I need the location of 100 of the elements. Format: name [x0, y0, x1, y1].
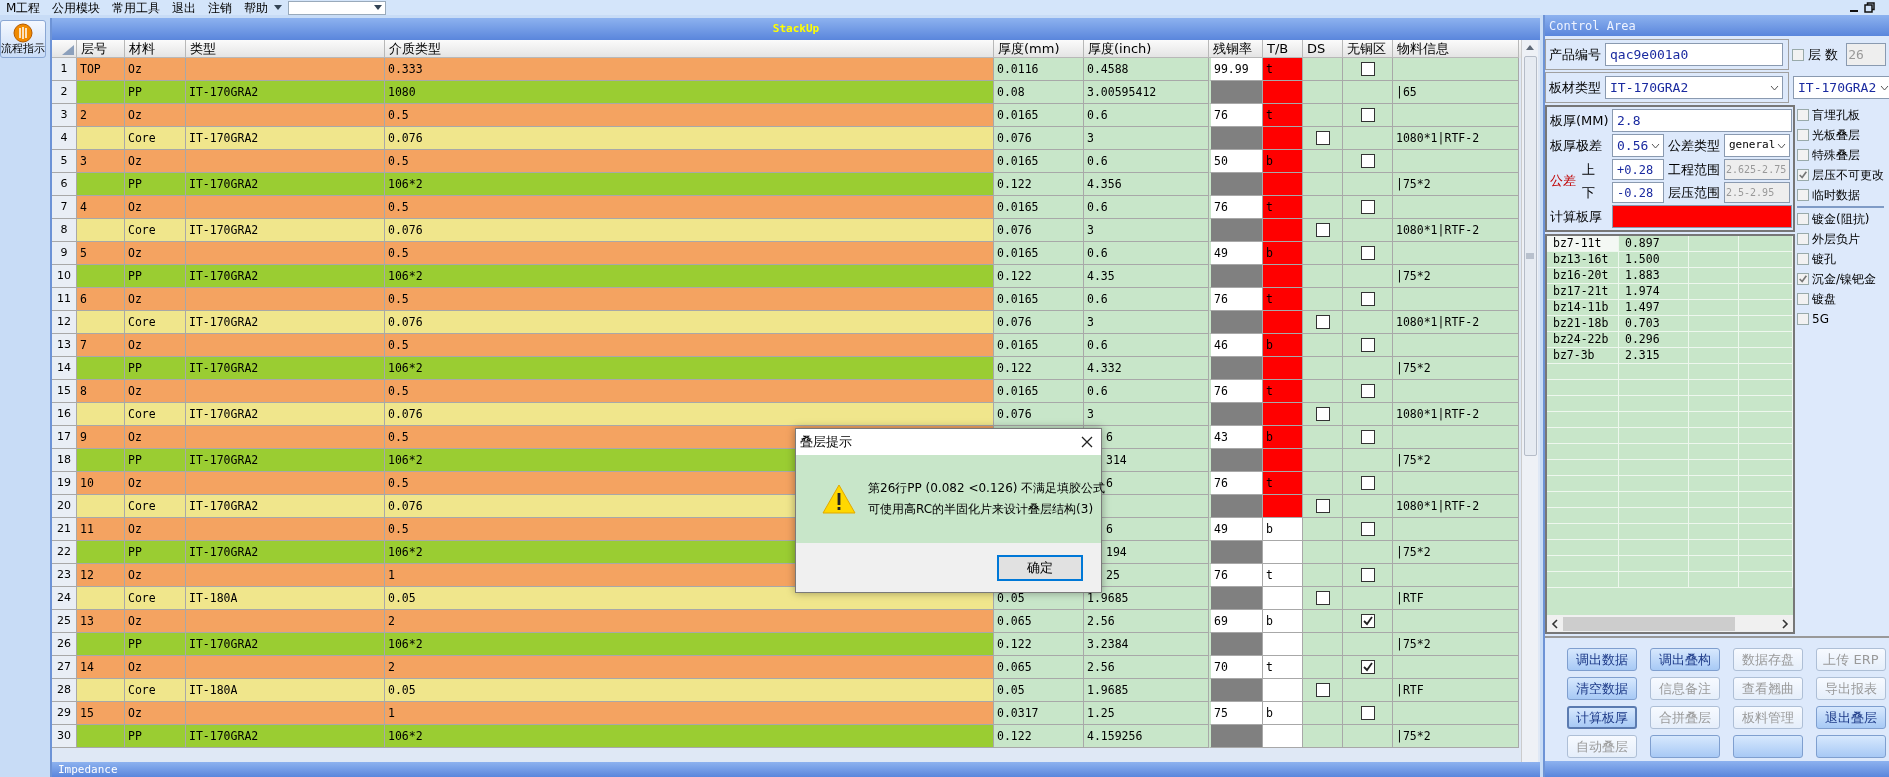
input-field[interactable]: qac9e001a0	[1605, 43, 1783, 66]
menu-item[interactable]: 帮助	[238, 0, 275, 15]
table-cell: Oz	[125, 58, 186, 81]
row-number: 21	[52, 518, 77, 541]
table-cell: b	[1263, 518, 1303, 541]
table-cell: 76	[1209, 288, 1263, 311]
table-cell: 1.974	[1619, 284, 1689, 299]
table-cell: 0.122	[994, 265, 1084, 288]
table-cell: 106*2	[385, 173, 994, 196]
table-cell: 0.5	[385, 380, 994, 403]
action-button[interactable]: 计算板厚	[1567, 706, 1637, 729]
table-cell: 0.076	[994, 127, 1084, 150]
table-cell: 43	[1209, 426, 1263, 449]
table-cell: 2.56	[1084, 656, 1209, 679]
table-cell: 0.0116	[994, 58, 1084, 81]
row-number: 7	[52, 196, 77, 219]
table-cell: 0.6	[1084, 334, 1209, 357]
table-cell: b	[1263, 242, 1303, 265]
flow-button[interactable]: 流程指示	[0, 20, 46, 58]
table-cell: 1.497	[1619, 300, 1689, 315]
table-cell: 0.065	[994, 610, 1084, 633]
checkbox-label: 临时数据	[1812, 187, 1860, 204]
table-cell: 0.05	[385, 587, 994, 610]
field-label: 板材类型	[1549, 78, 1601, 97]
table-cell: 0.5	[385, 196, 994, 219]
table-cell: 0.4588	[1084, 58, 1209, 81]
action-button[interactable]: 退出叠层	[1816, 706, 1886, 729]
table-cell[interactable]: bz17-21t	[1547, 284, 1619, 299]
table-cell: 0.5	[385, 288, 994, 311]
action-button[interactable]: 调出数据	[1567, 648, 1637, 671]
table-cell: 0.122	[994, 633, 1084, 656]
table-cell: 106*2	[385, 265, 994, 288]
table-cell[interactable]: bz7-3b	[1547, 348, 1619, 363]
table-cell: 1.883	[1619, 268, 1689, 283]
table-cell: 0.0165	[994, 104, 1084, 127]
table-cell: 69	[1209, 610, 1263, 633]
table-cell[interactable]: bz21-18b	[1547, 316, 1619, 331]
table-cell: Oz	[125, 242, 186, 265]
table-cell: 0.6	[1084, 196, 1209, 219]
dropdown[interactable]: IT-170GRA2	[1793, 76, 1889, 99]
row-number: 4	[52, 127, 77, 150]
table-cell: b	[1263, 150, 1303, 173]
input-field[interactable]: 2.8	[1612, 109, 1792, 132]
title-bar: StackUp	[52, 18, 1540, 40]
table-cell: PP	[125, 633, 186, 656]
table-cell: Oz	[125, 564, 186, 587]
dropdown[interactable]: IT-170GRA2	[1605, 76, 1783, 99]
table-cell: b	[1263, 702, 1303, 725]
table-cell: 15	[77, 702, 125, 725]
input-field[interactable]: -0.28	[1612, 182, 1664, 203]
table-cell[interactable]: bz13-16t	[1547, 252, 1619, 267]
table-cell: Oz	[125, 288, 186, 311]
table-cell[interactable]: bz14-11b	[1547, 300, 1619, 315]
table-cell: Core	[125, 311, 186, 334]
table-cell: Core	[125, 403, 186, 426]
table-cell: 1.9685	[1084, 587, 1209, 610]
ok-button[interactable]: 确定	[997, 554, 1083, 581]
input-field[interactable]: +0.28	[1612, 159, 1664, 180]
table-cell: Core	[125, 495, 186, 518]
menu-item[interactable]: 退出	[166, 0, 203, 15]
table-cell: 3.2384	[1084, 633, 1209, 656]
table-cell[interactable]: bz7-11t	[1547, 236, 1619, 251]
table-cell: 7	[77, 334, 125, 357]
table-cell: 0.122	[994, 173, 1084, 196]
table-cell[interactable]: bz16-20t	[1547, 268, 1619, 283]
action-button[interactable]: 清空数据	[1567, 677, 1637, 700]
table-cell: 0.08	[994, 81, 1084, 104]
table-cell: 10	[77, 472, 125, 495]
menu-item[interactable]: M工程	[0, 0, 47, 15]
menu-item[interactable]: 常用工具	[106, 0, 167, 15]
menu-item[interactable]: 公用模块	[46, 0, 107, 15]
table-cell: t	[1263, 196, 1303, 219]
menu-item[interactable]: 注销	[202, 0, 239, 15]
table-cell: 4.159256	[1084, 725, 1209, 748]
row-number: 9	[52, 242, 77, 265]
table-cell: IT-170GRA2	[186, 219, 385, 242]
action-button[interactable]: 调出叠构	[1650, 648, 1720, 671]
table-cell: 3	[1084, 219, 1209, 242]
table-cell: 9	[77, 426, 125, 449]
table-cell: 0.076	[994, 311, 1084, 334]
table-cell: 4.35	[1084, 265, 1209, 288]
table-cell: 1080*1|RTF-2	[1393, 403, 1519, 426]
table-cell: 106*2	[385, 725, 994, 748]
table-cell: t	[1263, 58, 1303, 81]
table-cell: 1080*1|RTF-2	[1393, 127, 1519, 150]
dropdown[interactable]: general	[1724, 134, 1790, 157]
table-cell: 76	[1209, 472, 1263, 495]
field-label: 上	[1582, 160, 1596, 179]
table-cell: |75*2	[1393, 449, 1519, 472]
dropdown[interactable]: 0.56	[1612, 134, 1664, 157]
table-cell: |75*2	[1393, 357, 1519, 380]
table-cell: 106*2	[385, 357, 994, 380]
table-cell: 1.25	[1084, 702, 1209, 725]
table-cell: 99.99	[1209, 58, 1263, 81]
field-label: 下	[1582, 184, 1596, 202]
checkbox-label: 特殊叠层	[1812, 147, 1860, 164]
checkbox-label: 盲埋孔板	[1812, 107, 1860, 124]
table-cell: 0.076	[994, 219, 1084, 242]
table-cell[interactable]: bz24-22b	[1547, 332, 1619, 347]
table-cell: 0.5	[385, 242, 994, 265]
